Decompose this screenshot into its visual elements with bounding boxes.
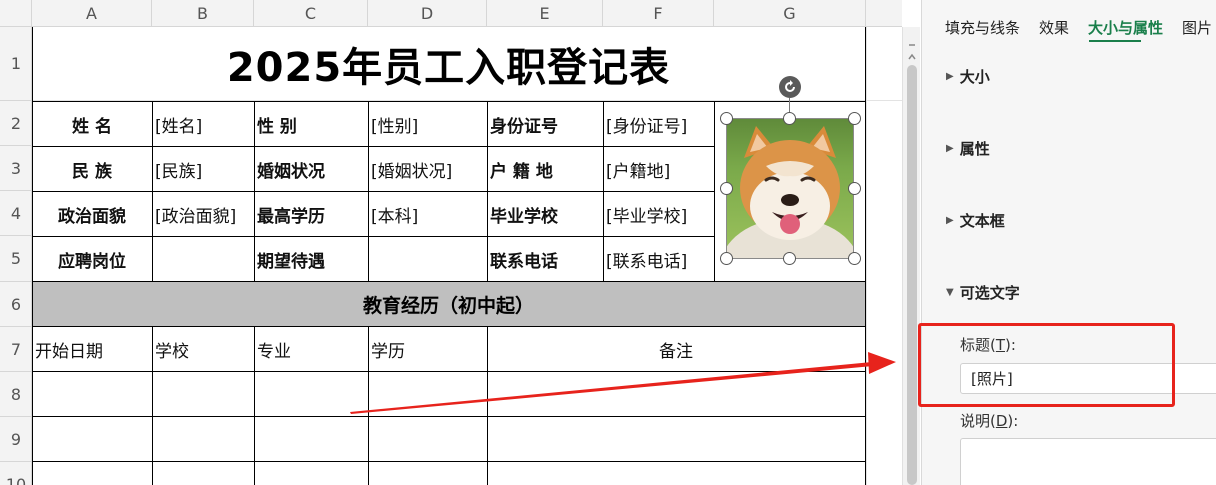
alt-text-description-input[interactable] — [960, 438, 1216, 485]
row-header-2[interactable]: 2 — [0, 101, 32, 146]
value-gender[interactable]: [性别] — [368, 102, 487, 146]
collapse-triangle-icon: ▼ — [946, 287, 954, 298]
tab-size-and-properties[interactable]: 大小与属性 — [1088, 17, 1163, 38]
column-header-bar: A B C D E F G — [0, 0, 902, 27]
resize-handle-top[interactable] — [783, 112, 796, 125]
resize-handle-bottom-right[interactable] — [848, 252, 861, 265]
resize-handle-bottom-left[interactable] — [720, 252, 733, 265]
value-ethnicity[interactable]: [民族] — [152, 147, 254, 191]
education-section-header[interactable]: 教育经历（初中起） — [32, 282, 865, 326]
row-header-7[interactable]: 7 — [0, 327, 32, 372]
column-header-b[interactable]: B — [152, 0, 254, 27]
row-header-10[interactable]: 10 — [0, 462, 32, 485]
employee-photo[interactable] — [726, 118, 854, 259]
label-ethnicity[interactable]: 民 族 — [32, 147, 152, 191]
value-id-number[interactable]: [身份证号] — [603, 102, 714, 146]
resize-handle-bottom[interactable] — [783, 252, 796, 265]
resize-handle-top-right[interactable] — [848, 112, 861, 125]
value-marital-status[interactable]: [婚姻状况] — [368, 147, 487, 191]
label-graduate-school[interactable]: 毕业学校 — [487, 192, 603, 236]
edu-col-start-date[interactable]: 开始日期 — [32, 327, 152, 371]
row-header-8[interactable]: 8 — [0, 372, 32, 417]
column-header-a[interactable]: A — [32, 0, 152, 27]
label-marital-status[interactable]: 婚姻状况 — [254, 147, 368, 191]
vertical-scrollbar[interactable] — [902, 27, 920, 485]
value-domicile[interactable]: [户籍地] — [603, 147, 714, 191]
scroll-top-icon[interactable] — [907, 47, 917, 60]
row-header-6[interactable]: 6 — [0, 282, 32, 327]
value-expected-salary[interactable] — [368, 237, 487, 281]
label-id-number[interactable]: 身份证号 — [487, 102, 603, 146]
tab-picture[interactable]: 图片 — [1182, 17, 1212, 38]
scroll-up-icon[interactable] — [907, 35, 917, 46]
label-political-status[interactable]: 政治面貌 — [32, 192, 152, 236]
row-header-3[interactable]: 3 — [0, 146, 32, 191]
resize-handle-left[interactable] — [720, 182, 733, 195]
section-size[interactable]: ▶ 大小 — [946, 66, 990, 87]
rotate-icon[interactable] — [779, 76, 801, 98]
select-all-corner[interactable] — [0, 0, 32, 27]
row-header-1[interactable]: 1 — [0, 27, 32, 101]
column-header-f[interactable]: F — [603, 0, 714, 27]
label-education-level[interactable]: 最高学历 — [254, 192, 368, 236]
label-expected-salary[interactable]: 期望待遇 — [254, 237, 368, 281]
column-header-g[interactable]: G — [714, 0, 866, 27]
resize-handle-right[interactable] — [848, 182, 861, 195]
section-properties[interactable]: ▶ 属性 — [946, 138, 990, 159]
value-political-status[interactable]: [政治面貌] — [152, 192, 254, 236]
label-gender[interactable]: 性 别 — [254, 102, 368, 146]
alt-text-description-label: 说明(D): — [960, 412, 1019, 430]
expand-triangle-icon: ▶ — [946, 71, 954, 82]
edu-col-major[interactable]: 专业 — [254, 327, 368, 371]
label-name[interactable]: 姓 名 — [32, 102, 152, 146]
dog-photo-image — [726, 118, 854, 259]
label-domicile[interactable]: 户 籍 地 — [487, 147, 603, 191]
sheet-title[interactable]: 2025年员工入职登记表 — [32, 27, 865, 101]
tab-effects[interactable]: 效果 — [1039, 17, 1069, 38]
section-alt-text[interactable]: ▼ 可选文字 — [946, 282, 1020, 303]
value-name[interactable]: [姓名] — [152, 102, 254, 146]
label-phone[interactable]: 联系电话 — [487, 237, 603, 281]
row-header-9[interactable]: 9 — [0, 417, 32, 462]
column-header-e[interactable]: E — [487, 0, 603, 27]
edu-col-remarks[interactable]: 备注 — [487, 327, 865, 371]
active-tab-underline — [1089, 40, 1141, 42]
row-header-bar: 1 2 3 4 5 6 7 8 9 10 — [0, 27, 32, 485]
alt-text-title-label: 标题(T): — [960, 336, 1016, 354]
edu-col-school[interactable]: 学校 — [152, 327, 254, 371]
row-header-5[interactable]: 5 — [0, 236, 32, 282]
value-graduate-school[interactable]: [毕业学校] — [603, 192, 714, 236]
column-header-d[interactable]: D — [368, 0, 487, 27]
property-panel: 填充与线条 效果 大小与属性 图片 ▶ 大小 ▶ 属性 ▶ 文本框 ▼ 可选文字… — [921, 0, 1216, 485]
alt-text-title-input[interactable] — [960, 363, 1216, 394]
value-phone[interactable]: [联系电话] — [603, 237, 714, 281]
label-position[interactable]: 应聘岗位 — [32, 237, 152, 281]
row-header-4[interactable]: 4 — [0, 191, 32, 236]
tab-fill-and-line[interactable]: 填充与线条 — [945, 17, 1020, 38]
expand-triangle-icon: ▶ — [946, 143, 954, 154]
value-position[interactable] — [152, 237, 254, 281]
scrollbar-thumb[interactable] — [907, 65, 917, 485]
edu-col-degree[interactable]: 学历 — [368, 327, 487, 371]
section-text-box[interactable]: ▶ 文本框 — [946, 210, 1005, 231]
expand-triangle-icon: ▶ — [946, 215, 954, 226]
resize-handle-top-left[interactable] — [720, 112, 733, 125]
value-education-level[interactable]: [本科] — [368, 192, 487, 236]
panel-tabs: 填充与线条 效果 大小与属性 图片 — [922, 0, 1216, 46]
column-header-c[interactable]: C — [254, 0, 368, 27]
